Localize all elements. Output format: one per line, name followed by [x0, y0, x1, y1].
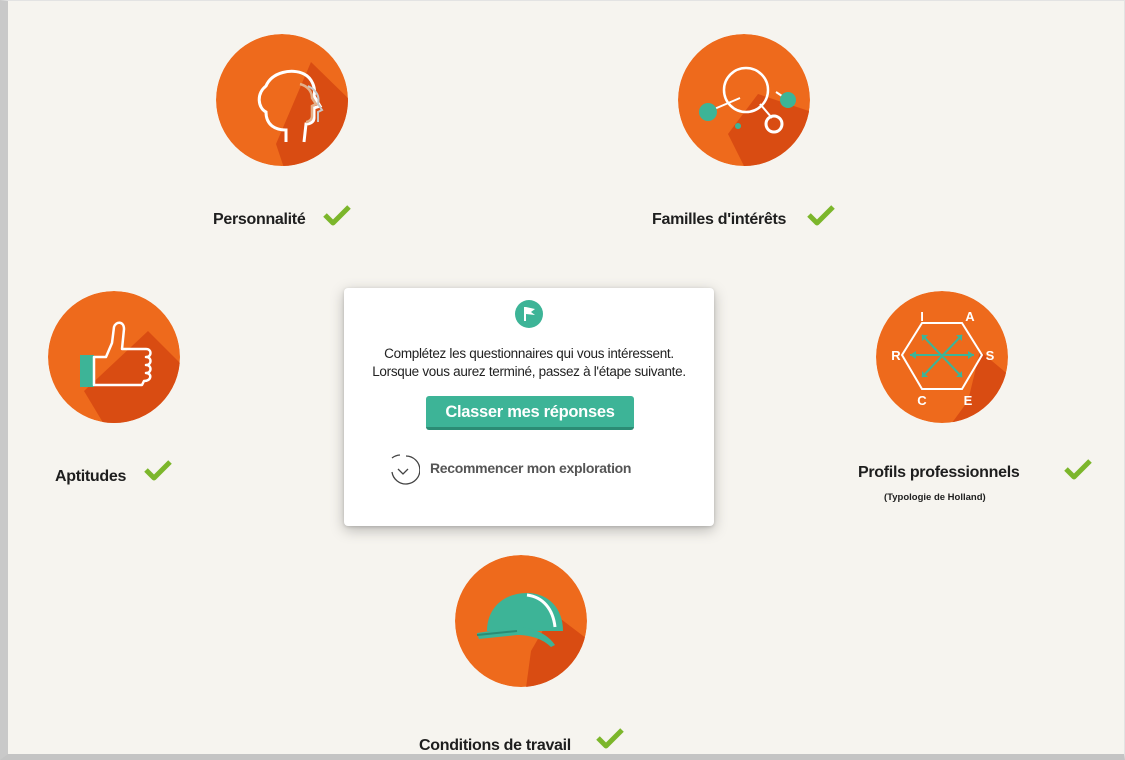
hexagon-letter-e: E — [964, 393, 973, 408]
check-icon — [806, 204, 836, 226]
interest-bubbles-icon — [678, 34, 810, 166]
instructions-line-1: Complétez les questionnaires qui vous in… — [384, 346, 674, 361]
hexagon-letter-s: S — [986, 348, 995, 363]
instructions-panel: Complétez les questionnaires qui vous in… — [344, 288, 714, 526]
holland-hexagon-icon: I A R S C E — [876, 291, 1008, 423]
check-icon — [143, 459, 173, 481]
restart-icon — [391, 454, 420, 485]
classer-reponses-button[interactable]: Classer mes réponses — [426, 396, 634, 430]
module-label: Profils professionnels — [858, 464, 1020, 481]
module-sublabel: (Typologie de Holland) — [884, 492, 986, 503]
module-label: Conditions de travail — [419, 737, 571, 754]
flag-icon — [515, 300, 543, 328]
hexagon-letter-c: C — [917, 393, 927, 408]
hard-hat-icon — [455, 555, 587, 687]
check-icon — [1063, 458, 1093, 480]
check-icon — [595, 727, 625, 749]
instructions-line-2: Lorsque vous aurez terminé, passez à l'é… — [372, 364, 686, 379]
hexagon-letter-r: R — [891, 348, 901, 363]
head-profiles-icon — [216, 34, 348, 166]
hexagon-letter-i: I — [920, 309, 924, 324]
check-icon — [322, 204, 352, 226]
module-label: Personnalité — [213, 211, 306, 228]
thumbs-up-icon — [48, 291, 180, 423]
hexagon-letter-a: A — [965, 309, 975, 324]
module-label: Aptitudes — [55, 468, 127, 485]
module-label: Familles d'intérêts — [652, 211, 787, 228]
restart-exploration-label: Recommencer mon exploration — [430, 460, 632, 476]
